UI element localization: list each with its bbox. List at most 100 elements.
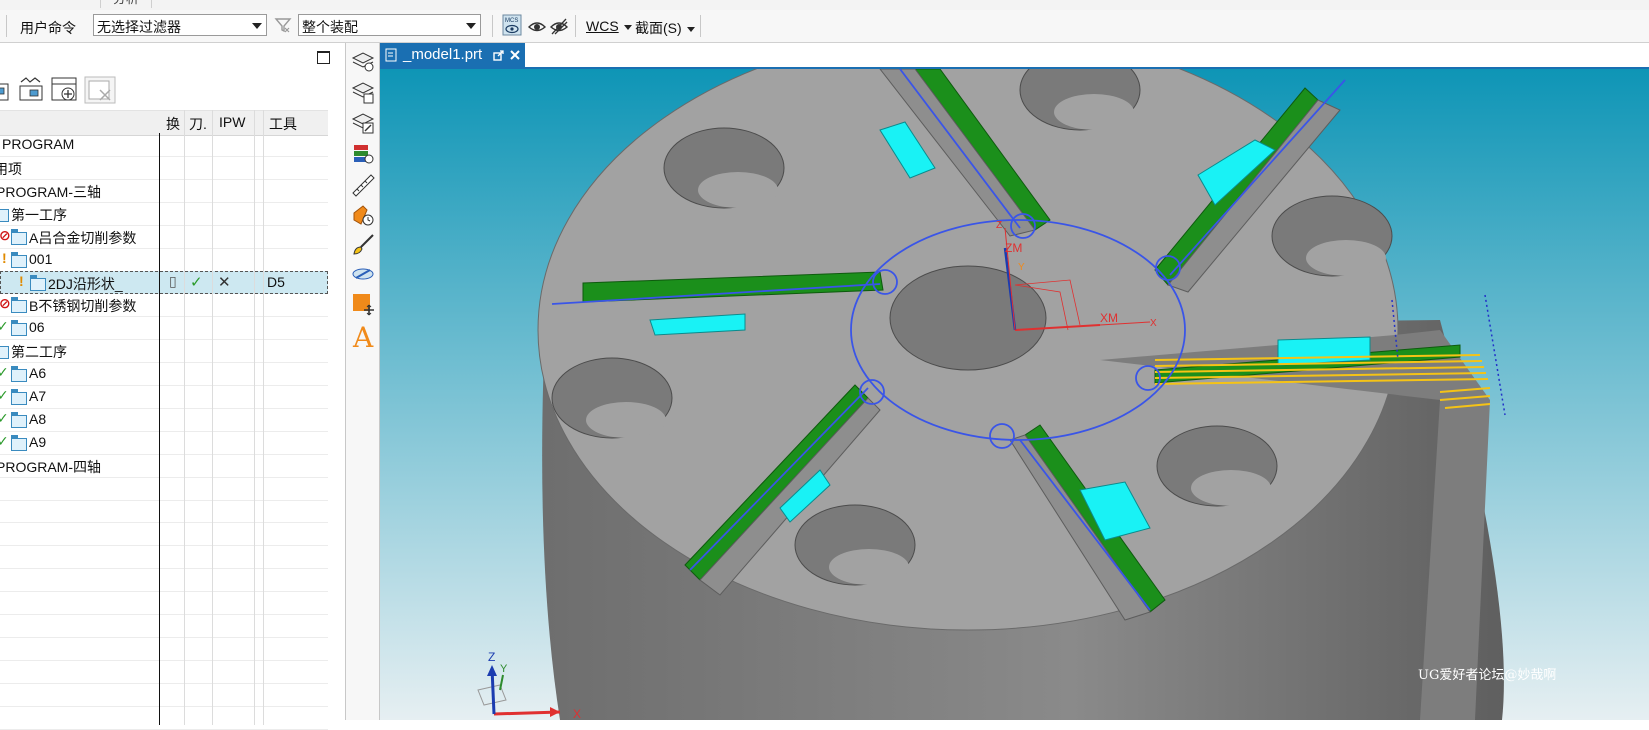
column-header-tool-change[interactable]: 换	[166, 114, 180, 134]
maximize-icon[interactable]	[317, 51, 330, 64]
row-name: 第二工序	[11, 344, 67, 361]
navigator-empty-row	[0, 661, 328, 684]
system-material-icon[interactable]	[351, 292, 375, 316]
column-divider	[263, 110, 264, 725]
triad-x-label: X	[573, 707, 581, 720]
ipw-none-icon: ✕	[218, 274, 231, 292]
navigator-empty-row	[0, 707, 328, 730]
selection-scope-dropdown[interactable]: 整个装配	[298, 14, 481, 36]
close-icon[interactable]	[509, 49, 521, 61]
constraint-navigator-icon[interactable]	[351, 80, 375, 104]
complete-check-icon: ✓	[0, 364, 9, 380]
create-program-icon[interactable]	[50, 76, 80, 104]
mcs-icon[interactable]: MCS	[502, 14, 522, 36]
section-menu[interactable]: 截面(S)	[635, 18, 695, 38]
navigator-row[interactable]: ✓ A7	[0, 386, 328, 409]
navigator-row[interactable]: PROGRAM-三轴	[0, 180, 328, 203]
part-navigator-icon[interactable]	[351, 111, 375, 135]
float-icon[interactable]	[493, 50, 504, 61]
row-name: A8	[29, 410, 47, 427]
tab-analysis[interactable]: 分析	[100, 0, 153, 8]
navigator-row[interactable]: 第一工序	[0, 203, 328, 226]
navigator-row[interactable]: ✓ A9	[0, 432, 328, 455]
row-name: 06	[29, 319, 45, 336]
navigator-row[interactable]: ⊘ A吕合金切削参数	[0, 226, 328, 249]
prohibited-icon: ⊘	[0, 295, 11, 312]
row-name: A9	[29, 433, 47, 450]
watermark: UG爱好者论坛@妙哉啊	[1418, 668, 1557, 683]
program-folder-icon	[0, 346, 9, 360]
column-header-ipw[interactable]: IPW	[219, 114, 245, 130]
user-command-label[interactable]: 用户命令	[20, 18, 76, 38]
row-name: 2DJ沿形状_	[48, 276, 123, 293]
complete-check-icon: ✓	[0, 432, 9, 449]
chevron-down-icon	[686, 26, 695, 32]
mcs-xm-label: XM	[1100, 311, 1118, 325]
navigator-row[interactable]: PROGRAM	[0, 134, 328, 157]
navigator-row[interactable]: ✓ A8	[0, 409, 328, 432]
navigator-empty-row	[0, 615, 328, 638]
assembly-navigator-icon[interactable]	[351, 49, 375, 73]
program-folder-icon	[11, 297, 27, 314]
navigator-empty-row	[0, 592, 328, 615]
navigator-row[interactable]: 第二工序	[0, 340, 328, 364]
geometry-view-icon[interactable]	[0, 76, 12, 104]
row-name: 001	[29, 250, 53, 267]
column-header-tool[interactable]: 工具	[269, 114, 297, 134]
name-column-divider[interactable]	[159, 133, 160, 725]
eye-icon[interactable]	[527, 16, 547, 36]
navigator-row[interactable]: ! 2DJ沿形状_ ▯ ✓ ✕ D5	[0, 271, 328, 295]
navigator-row[interactable]: ✓ 06	[0, 317, 328, 341]
program-folder-icon	[11, 411, 27, 428]
filter-icon[interactable]	[274, 16, 292, 34]
toolbar-divider	[492, 15, 493, 37]
method-view-icon[interactable]	[18, 76, 46, 104]
warning-icon: !	[19, 273, 24, 290]
resource-bar: A	[346, 43, 380, 720]
reuse-library-icon[interactable]	[351, 142, 375, 166]
ruler-icon[interactable]	[351, 173, 375, 197]
wcs-label: WCS	[586, 18, 619, 34]
navigator-row[interactable]: ✓ A6	[0, 363, 328, 386]
navigator-empty-row	[0, 638, 328, 661]
role-icon[interactable]	[351, 262, 375, 286]
tool-change-icon: ▯	[169, 273, 177, 290]
wcs-menu[interactable]: WCS	[586, 18, 632, 34]
mcs-y-label: Y	[1018, 262, 1025, 273]
tab-title: _model1.prt	[403, 46, 483, 63]
navigator-row[interactable]: ⊘ B不锈钢切削参数	[0, 294, 328, 318]
column-header-toolpath[interactable]: 刀.	[189, 114, 207, 134]
navigator-row[interactable]: PROGRAM-四轴	[0, 455, 328, 478]
tab-model-file[interactable]: _model1.prt	[380, 43, 525, 68]
chevron-down-icon	[252, 23, 262, 29]
navigator-row[interactable]: 用项	[0, 157, 328, 180]
type-filter-dropdown[interactable]: 无选择过滤器	[93, 14, 267, 36]
program-folder-icon	[11, 388, 27, 405]
selection-toolbar: 用户命令 无选择过滤器 整个装配 MCS WCS 截面(S)	[0, 10, 1649, 43]
row-name: A吕合金切削参数	[29, 229, 137, 246]
row-name: PROGRAM-三轴	[0, 183, 101, 200]
text-icon[interactable]: A	[351, 321, 375, 351]
part-file-icon	[385, 48, 397, 62]
mcs-zm-label: ZM	[1005, 241, 1022, 255]
operation-navigator: 换 刀. IPW 工具 PROGRAM 用项 PROGRAM-三轴 第一工序 ⊘ A吕合金…	[0, 43, 346, 730]
navigator-column-header: 换 刀. IPW 工具	[0, 110, 328, 136]
complete-check-icon: ✓	[0, 386, 9, 403]
mcs-x-label: X	[1150, 318, 1157, 329]
navigator-empty-row	[0, 478, 328, 501]
history-icon[interactable]	[351, 203, 375, 227]
operation-icon	[30, 275, 46, 292]
triad-z-label: Z	[488, 650, 495, 664]
graphics-viewport[interactable]: XM ZM X Z Y X Z Y	[380, 69, 1649, 720]
navigator-row[interactable]: ! 001	[0, 249, 328, 272]
toolbar-divider	[700, 15, 701, 37]
delete-object-icon[interactable]	[84, 76, 116, 104]
prohibited-icon: ⊘	[0, 226, 11, 243]
navigator-empty-row	[0, 546, 328, 570]
row-name: 第一工序	[11, 206, 67, 223]
brush-icon[interactable]	[351, 233, 375, 257]
hide-icon[interactable]	[549, 16, 569, 36]
program-folder-icon	[11, 434, 27, 451]
chevron-down-icon	[623, 24, 632, 30]
navigator-empty-row	[0, 523, 328, 547]
